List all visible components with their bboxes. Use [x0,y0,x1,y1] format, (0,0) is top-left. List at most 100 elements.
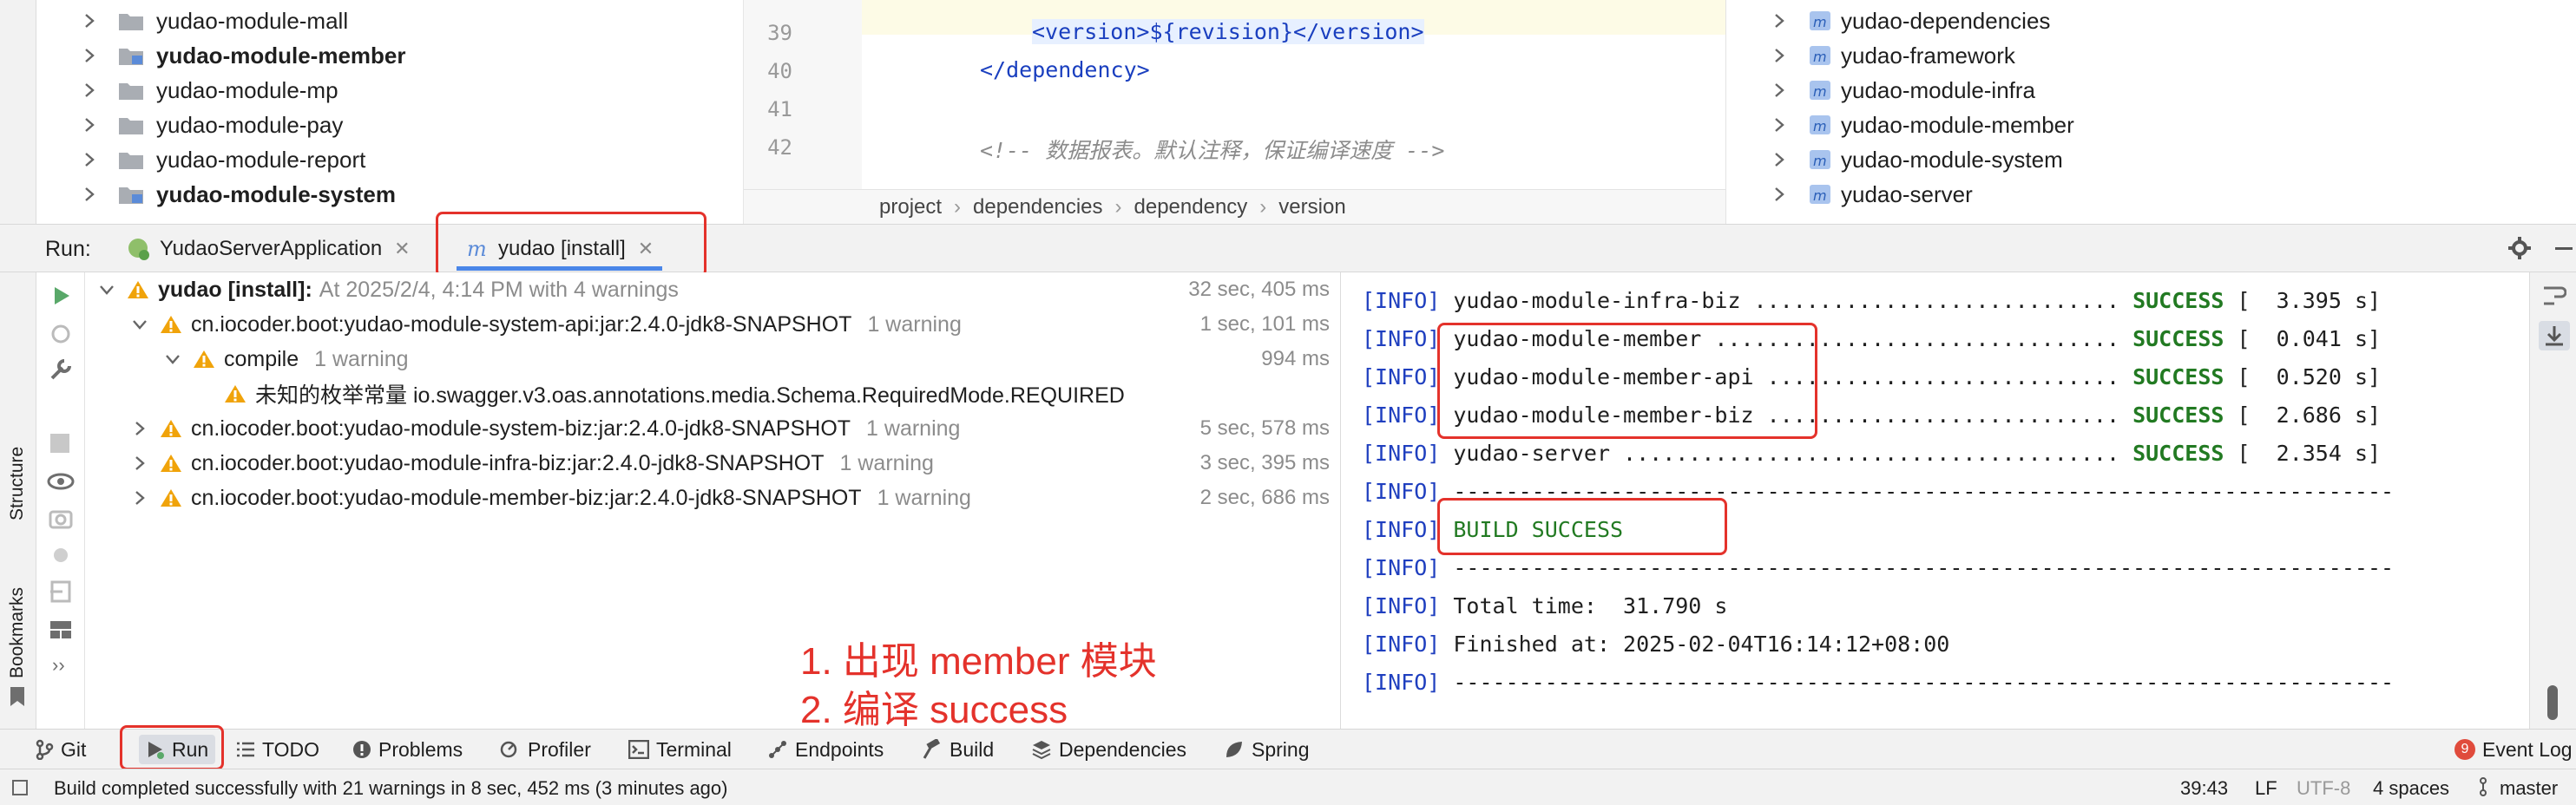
maven-module-icon: m [1808,77,1834,103]
tool-spring[interactable]: Spring [1224,735,1309,764]
more-icon[interactable]: ›› [52,654,65,677]
file-encoding[interactable]: UTF-8 [2297,777,2350,800]
breadcrumb-dependency[interactable]: dependency [1134,195,1248,219]
scrollbar-thumb[interactable] [2547,685,2558,720]
tab-label: YudaoServerApplication [160,236,383,260]
tree-item-mall[interactable]: yudao-module-mall [80,3,348,38]
maven-module-icon: m [1808,147,1834,173]
scroll-to-end-icon[interactable] [2539,321,2570,350]
chevron-right-icon[interactable] [130,454,149,473]
camera-icon[interactable] [49,507,73,533]
tool-endpoints[interactable]: Endpoints [767,735,884,764]
tool-terminal[interactable]: Terminal [628,735,732,764]
tool-git[interactable]: Git [35,735,86,764]
chevron-down-icon[interactable] [163,350,182,369]
maven-item[interactable]: m yudao-module-system [1770,142,2063,177]
console-line: [INFO] ---------------------------------… [1362,670,2395,695]
layout-icon[interactable] [49,619,73,645]
code-editor[interactable]: 39 40 41 42 <version>${revision}</versio… [743,0,1725,224]
exit-icon[interactable] [49,579,73,608]
cursor-position[interactable]: 39:43 [2180,777,2228,800]
wrench-icon[interactable] [49,357,73,386]
chevron-right-icon[interactable] [1770,81,1789,100]
build-row-warning-message[interactable]: 未知的枚举常量 io.swagger.v3.oas.annotations.me… [224,376,1125,411]
tool-dependencies[interactable]: Dependencies [1031,735,1186,764]
soft-wrap-icon[interactable] [2542,285,2567,311]
chevron-right-icon[interactable] [80,115,99,134]
chevron-right-icon[interactable] [80,185,99,204]
git-branch[interactable]: master [2500,777,2558,800]
annotation-box-run-tab [436,212,706,278]
build-row-label: 未知的枚举常量 io.swagger.v3.oas.annotations.me… [255,383,1125,408]
tool-todo[interactable]: TODO [236,735,319,764]
tool-event-log[interactable]: 9 Event Log [2454,735,2573,764]
tree-item-system[interactable]: yudao-module-system [80,177,396,212]
settings-bug-icon[interactable] [49,543,73,572]
build-row-system-biz[interactable]: cn.iocoder.boot:yudao-module-system-biz:… [130,411,960,446]
tool-build[interactable]: Build [922,735,994,764]
bookmarks-tab[interactable]: Bookmarks [7,587,28,678]
build-row-compile[interactable]: compile 1 warning [163,342,409,376]
status-toggle-icon[interactable] [12,780,28,795]
console-line: [INFO] ---------------------------------… [1362,555,2395,580]
branch-icon[interactable] [2479,777,2494,802]
run-label: Run: [45,237,91,261]
breadcrumb-project[interactable]: project [879,195,942,219]
build-row-system-api[interactable]: cn.iocoder.boot:yudao-module-system-api:… [130,307,962,342]
close-icon[interactable]: ✕ [394,238,410,260]
maven-item[interactable]: m yudao-module-infra [1770,73,2035,108]
structure-tab[interactable]: Structure [7,447,28,520]
eye-icon[interactable] [47,472,75,495]
tab-yudao-server-application[interactable]: YudaoServerApplication ✕ [127,225,411,272]
build-row-warning-count: 1 warning [314,346,409,371]
chevron-right-icon[interactable] [1770,46,1789,65]
chevron-right-icon[interactable] [1770,115,1789,134]
terminal-icon [628,740,649,759]
tool-problems[interactable]: Problems [352,735,463,764]
endpoints-icon [767,739,788,760]
rerun-icon[interactable] [50,285,73,311]
maven-item-label: yudao-module-system [1841,146,2063,173]
status-message[interactable]: Build completed successfully with 21 war… [54,777,727,800]
build-row-member-biz[interactable]: cn.iocoder.boot:yudao-module-member-biz:… [130,481,971,515]
gear-icon[interactable] [2507,235,2533,265]
maven-item[interactable]: m yudao-module-member [1770,108,2074,142]
tree-item-pay[interactable]: yudao-module-pay [80,108,343,142]
line-number: 39 [767,21,792,45]
hide-icon[interactable] [2555,247,2573,250]
tree-item-label: yudao-module-mp [156,76,338,103]
build-root-row[interactable]: yudao [install]: At 2025/2/4, 4:14 PM wi… [97,272,679,307]
chevron-right-icon[interactable] [130,488,149,507]
chevron-right-icon[interactable] [1770,11,1789,30]
tree-item-mp[interactable]: yudao-module-mp [80,73,338,108]
chevron-right-icon[interactable] [80,11,99,30]
layers-icon [1031,739,1052,760]
code-line-dependency-close: </dependency> [980,57,1150,82]
indent-setting[interactable]: 4 spaces [2373,777,2449,800]
chevron-right-icon[interactable] [1770,185,1789,204]
chevron-right-icon[interactable] [80,46,99,65]
info-icon [352,740,371,759]
chevron-right-icon[interactable] [80,150,99,169]
chevron-down-icon[interactable] [130,315,149,334]
tree-item-member[interactable]: yudao-module-member [80,38,406,73]
chevron-right-icon[interactable] [1770,150,1789,169]
maven-item[interactable]: m yudao-server [1770,177,1973,212]
tool-profiler[interactable]: Profiler [500,735,591,764]
breadcrumb-version[interactable]: version [1278,195,1345,219]
line-separator[interactable]: LF [2255,777,2277,800]
chevron-right-icon[interactable] [130,419,149,438]
maven-module-icon: m [1808,112,1834,138]
stop-icon[interactable] [50,434,69,453]
maven-item[interactable]: m yudao-dependencies [1770,3,2050,38]
build-row-infra-biz[interactable]: cn.iocoder.boot:yudao-module-infra-biz:j… [130,446,934,481]
chevron-right-icon[interactable] [80,81,99,100]
spring-leaf-icon [1224,739,1245,760]
build-root-label: yudao [install]: [158,277,312,302]
maven-item[interactable]: m yudao-framework [1770,38,2015,73]
chevron-down-icon[interactable] [97,280,116,299]
maven-item-label: yudao-module-member [1841,111,2074,138]
breadcrumb-dependencies[interactable]: dependencies [973,195,1102,219]
debug-icon[interactable] [49,321,73,350]
tree-item-report[interactable]: yudao-module-report [80,142,365,177]
